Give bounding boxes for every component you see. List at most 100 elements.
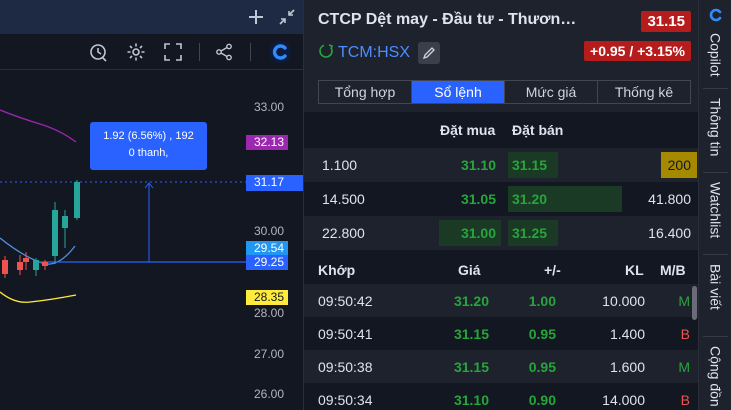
link-icon[interactable]: [318, 43, 334, 64]
bid-price: 31.05: [460, 191, 496, 207]
trade-volume: 10.000: [602, 293, 645, 309]
trade-price: 31.15: [453, 326, 489, 342]
trade-volume: 1.400: [609, 326, 645, 342]
bid-header: Đặt mua: [440, 122, 496, 138]
alert-clock-icon[interactable]: [89, 42, 109, 62]
sidebar-label: Thông tin: [707, 98, 724, 157]
trade-row[interactable]: 09:50:34 31.10 0.90 14.000 B: [304, 383, 699, 410]
sidebar-label: Copilot: [707, 33, 724, 77]
copilot-logo-icon[interactable]: [268, 40, 292, 64]
line-price-tag: 29.25: [246, 255, 288, 270]
trade-row[interactable]: 09:50:42 31.20 1.00 10.000 M: [304, 284, 699, 317]
share-icon[interactable]: [214, 42, 234, 62]
app-root: 33.00 30.00 28.00 27.00 26.00 32.13 31.1…: [0, 0, 731, 410]
tab-tong-hop[interactable]: Tổng hợp: [319, 81, 412, 103]
ask-volume: 16.400: [648, 225, 691, 241]
current-price-tag: 31.17: [246, 175, 303, 191]
bid-price: 31.00: [460, 225, 496, 241]
sidebar-item-copilot[interactable]: Copilot: [699, 8, 731, 77]
order-book: Đặt mua Đặt bán 1.100 31.10 31.15 200 14…: [304, 112, 699, 252]
sidebar-label: Cộng đồn: [707, 346, 724, 407]
measure-tooltip: 1.92 (6.56%) , 192 0 thanh,: [90, 122, 207, 170]
trades-header-side: M/B: [660, 262, 686, 278]
chart-plot-area[interactable]: 33.00 30.00 28.00 27.00 26.00 32.13 31.1…: [0, 70, 303, 410]
tooltip-line: 0 thanh,: [128, 147, 169, 159]
chart-title-bar: [0, 0, 303, 34]
ask-header: Đặt bán: [512, 122, 564, 138]
sidebar-item-cong-dong[interactable]: Cộng đồn: [699, 346, 731, 407]
trades-header-volume: KL: [625, 262, 644, 278]
order-book-row[interactable]: 1.100 31.10 31.15 200: [304, 148, 699, 182]
add-icon[interactable]: [246, 7, 266, 27]
sidebar-item-thong-tin[interactable]: Thông tin: [699, 98, 731, 156]
trades-header-change: +/-: [544, 262, 561, 278]
trade-time: 09:50:42: [318, 293, 373, 309]
sidebar-label: Bài viết: [707, 264, 724, 310]
price-axis-label: 33.00: [254, 100, 285, 114]
ticker-symbol[interactable]: TCM:HSX: [338, 44, 410, 62]
sidebar-divider: [703, 88, 728, 89]
bid-volume: 14.500: [322, 191, 365, 207]
ticker-row: TCM:HSX: [318, 42, 440, 64]
sidebar-divider: [703, 254, 728, 255]
trade-change: 0.95: [528, 359, 556, 375]
trade-side: M: [678, 359, 690, 375]
trade-volume: 1.600: [609, 359, 645, 375]
ask-price: 31.25: [512, 225, 548, 241]
ma-price-tag: 32.13: [246, 135, 288, 150]
bid-price: 31.10: [460, 157, 496, 173]
sidebar-item-bai-viet[interactable]: Bài viết: [699, 264, 731, 310]
trade-row[interactable]: 09:50:38 31.15 0.95 1.600 M: [304, 350, 699, 383]
trade-price: 31.20: [453, 293, 489, 309]
last-price-badge: 31.15: [641, 11, 691, 32]
trade-volume: 14.000: [602, 392, 645, 408]
vertical-sidebar: Copilot Thông tin Watchlist Bài viết Cộn…: [698, 0, 731, 410]
trade-time: 09:50:38: [318, 359, 373, 375]
tab-so-lenh[interactable]: Sổ lệnh: [412, 81, 505, 103]
trade-price: 31.10: [453, 392, 489, 408]
trade-change: 1.00: [528, 293, 556, 309]
bid-volume: 22.800: [322, 225, 365, 241]
trade-side: M: [678, 293, 690, 309]
settings-gear-icon[interactable]: [126, 42, 146, 62]
price-axis-label: 26.00: [254, 387, 285, 401]
chart-toolbar: [0, 34, 303, 70]
sidebar-label: Watchlist: [707, 182, 724, 239]
toolbar-divider: [199, 43, 200, 61]
sidebar-item-watchlist[interactable]: Watchlist: [699, 182, 731, 238]
trade-time: 09:50:34: [318, 392, 373, 408]
trade-change: 0.95: [528, 326, 556, 342]
fullscreen-icon[interactable]: [163, 42, 183, 62]
collapse-icon[interactable]: [277, 7, 297, 27]
price-axis-label: 28.00: [254, 306, 285, 320]
ask-price: 31.20: [512, 191, 548, 207]
trade-time: 09:50:41: [318, 326, 373, 342]
ask-volume: 200: [667, 157, 691, 173]
matched-trades: Khớp Giá +/- KL M/B 09:50:42 31.20 1.00 …: [304, 252, 699, 410]
ask-volume: 41.800: [648, 191, 691, 207]
toolbar-divider: [250, 43, 251, 61]
tab-thong-ke[interactable]: Thống kê: [598, 81, 690, 103]
trades-scrollbar[interactable]: [692, 286, 697, 320]
trade-side: B: [680, 392, 690, 408]
trade-row[interactable]: 09:50:41 31.15 0.95 1.400 B: [304, 317, 699, 350]
tab-muc-gia[interactable]: Mức giá: [505, 81, 598, 103]
company-name: CTCP Dệt may - Đầu tư - Thươn…: [318, 11, 577, 28]
price-axis-label: 30.00: [254, 224, 285, 238]
price-chart[interactable]: 33.00 30.00 28.00 27.00 26.00 32.13 31.1…: [0, 0, 303, 410]
trade-price: 31.15: [453, 359, 489, 375]
ma-price-tag: 29.54: [246, 241, 288, 256]
order-book-row[interactable]: 14.500 31.05 31.20 41.800: [304, 182, 699, 216]
stock-header: CTCP Dệt may - Đầu tư - Thươn… 31.15 TCM…: [304, 0, 699, 70]
stock-detail-panel: CTCP Dệt may - Đầu tư - Thươn… 31.15 TCM…: [303, 0, 699, 410]
trades-header-price: Giá: [458, 262, 481, 278]
copilot-icon: [709, 8, 723, 27]
trades-header-time: Khớp: [318, 262, 356, 278]
order-book-row[interactable]: 22.800 31.00 31.25 16.400: [304, 216, 699, 250]
trade-change: 0.90: [528, 392, 556, 408]
sidebar-divider: [703, 172, 728, 173]
ma-price-tag: 28.35: [246, 290, 288, 305]
detail-tabs: Tổng hợp Sổ lệnh Mức giá Thống kê: [318, 80, 691, 104]
bid-volume: 1.100: [322, 157, 358, 173]
edit-pencil-icon[interactable]: [418, 42, 440, 64]
